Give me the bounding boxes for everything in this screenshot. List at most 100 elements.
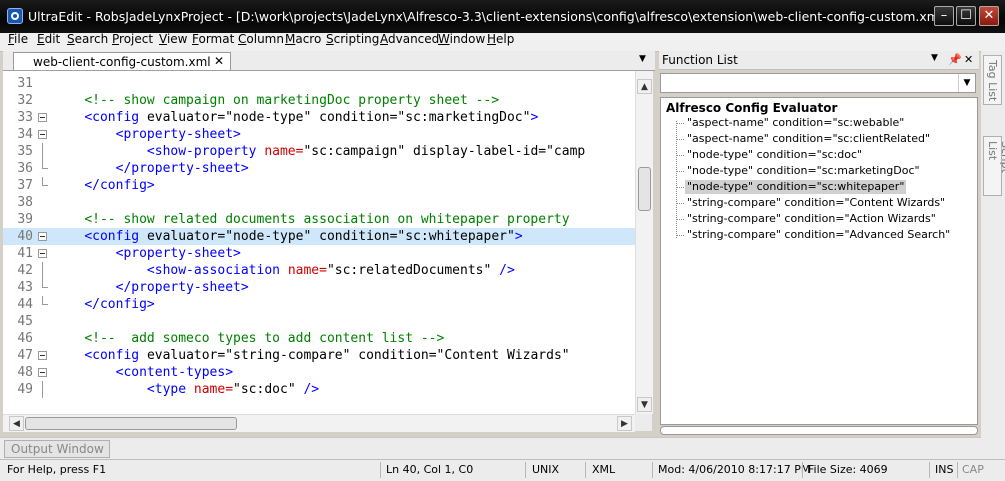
status-line-ending[interactable]: UNIX (532, 463, 559, 476)
panel-close-icon[interactable]: ✕ (964, 53, 973, 66)
function-list-item[interactable]: "aspect-name" condition="sc:clientRelate… (685, 132, 932, 146)
panel-menu-arrow-icon[interactable]: ▼ (931, 53, 938, 63)
script-list-tab[interactable]: Script List (983, 136, 1005, 196)
code-line[interactable]: 45 (3, 313, 635, 330)
close-button[interactable]: ✕ (979, 6, 999, 26)
line-number: 38 (17, 195, 33, 210)
code-line[interactable]: 34 <property-sheet> (3, 126, 635, 143)
code-line[interactable]: 32 <!-- show campaign on marketingDoc pr… (3, 92, 635, 109)
tag-list-tab[interactable]: Tag List (983, 55, 1002, 105)
menu-macro[interactable]: Macro (285, 33, 321, 45)
code-line[interactable]: 43 </property-sheet> (3, 279, 635, 296)
minimize-button[interactable]: – (934, 6, 954, 26)
function-filter-combobox[interactable]: ▼ (660, 73, 976, 93)
menu-format[interactable]: Format (192, 33, 234, 45)
code-token: evaluator= (146, 229, 226, 244)
fold-toggle-icon[interactable] (38, 130, 47, 139)
output-window-tab[interactable]: Output Window (4, 440, 110, 458)
code-line[interactable]: 42 <show-association name="sc:relatedDoc… (3, 262, 635, 279)
current-code-line[interactable]: 40 <config evaluator="node-type" conditi… (3, 228, 635, 245)
menu-file[interactable]: File (8, 33, 28, 45)
code-line[interactable]: 38 (3, 194, 635, 211)
code-line[interactable]: 37 </config> (3, 177, 635, 194)
fold-toggle-icon[interactable] (38, 249, 47, 258)
scroll-up-arrow-icon[interactable]: ▲ (637, 79, 652, 94)
menu-column[interactable]: Column (238, 33, 284, 45)
function-list-item[interactable]: "node-type" condition="sc:doc" (685, 148, 864, 162)
function-list-item[interactable]: "string-compare" condition="Content Wiza… (685, 196, 947, 210)
code-token: display-label-id= (405, 144, 547, 159)
code-text: <show-property name="sc:campaign" displa… (53, 143, 585, 160)
scroll-left-arrow-icon[interactable]: ◀ (9, 416, 24, 431)
status-insert-mode[interactable]: INS (935, 463, 953, 476)
code-token: <type (146, 382, 194, 397)
code-line[interactable]: 33 <config evaluator="node-type" conditi… (3, 109, 635, 126)
menu-project[interactable]: Project (112, 33, 153, 45)
code-line[interactable]: 41 <property-sheet> (3, 245, 635, 262)
line-number: 39 (17, 212, 33, 227)
code-line[interactable]: 46 <!-- add someco types to add content … (3, 330, 635, 347)
fold-end-guide (42, 279, 48, 288)
code-line[interactable]: 48 <content-types> (3, 364, 635, 381)
line-number: 44 (17, 297, 33, 312)
tab-close-icon[interactable]: ✕ (214, 54, 224, 68)
scroll-right-arrow-icon[interactable]: ▶ (617, 416, 632, 431)
function-list-tree[interactable]: Alfresco Config Evaluator "aspect-name" … (660, 97, 978, 425)
menu-scripting[interactable]: Scripting (326, 33, 379, 45)
function-list-item[interactable]: "string-compare" condition="Action Wizar… (685, 212, 938, 226)
fold-end-guide (42, 177, 48, 186)
editor-horizontal-scrollbar[interactable]: ◀ ▶ (3, 414, 635, 432)
tab-list-dropdown-icon[interactable]: ▼ (639, 54, 646, 64)
fold-toggle-icon[interactable] (38, 232, 47, 241)
code-token: /> (491, 263, 515, 278)
code-line[interactable]: 36 </property-sheet> (3, 160, 635, 177)
menu-view[interactable]: View (159, 33, 187, 45)
fold-toggle-icon[interactable] (38, 113, 47, 122)
function-list-item[interactable]: "string-compare" condition="Advanced Sea… (685, 228, 952, 242)
code-text: </config> (53, 177, 154, 194)
title-bar: UltraEdit - RobsJadeLynxProject - [D:\wo… (0, 0, 1005, 33)
menu-advanced[interactable]: Advanced (380, 33, 439, 45)
vertical-scroll-thumb[interactable] (638, 167, 651, 211)
panel-pin-icon[interactable]: 📌 (948, 53, 962, 66)
function-list-horizontal-scrollbar[interactable] (660, 426, 978, 435)
code-line[interactable]: 44 </config> (3, 296, 635, 313)
code-line[interactable]: 49 <type name="sc:doc" /> (3, 381, 635, 398)
status-help: For Help, press F1 (7, 463, 107, 476)
code-editor[interactable]: 31 32 <!-- show campaign on marketingDoc … (3, 71, 635, 414)
code-token: "sc:campaign" (303, 144, 406, 159)
fold-guide (42, 143, 43, 160)
status-cursor-position: Ln 40, Col 1, C0 (386, 463, 474, 476)
code-line[interactable]: 35 <show-property name="sc:campaign" dis… (3, 143, 635, 160)
maximize-button[interactable]: ☐ (956, 6, 976, 26)
code-line[interactable]: 47 <config evaluator="string-compare" co… (3, 347, 635, 364)
function-list-item[interactable]: "aspect-name" condition="sc:webable" (685, 116, 906, 130)
tree-root-label[interactable]: Alfresco Config Evaluator (666, 101, 837, 115)
scroll-down-arrow-icon[interactable]: ▼ (637, 397, 652, 412)
code-line[interactable]: 39 <!-- show related documents associati… (3, 211, 635, 228)
code-token: <config (84, 348, 147, 363)
code-text: <!-- add someco types to add content lis… (53, 330, 444, 347)
menu-search[interactable]: Search (67, 33, 108, 45)
tab-web-client-config-custom[interactable]: web-client-config-custom.xml ✕ (13, 52, 231, 70)
code-token: <property-sheet> (115, 127, 241, 142)
horizontal-scroll-thumb[interactable] (25, 417, 237, 430)
status-bar: For Help, press F1 Ln 40, Col 1, C0 UNIX… (0, 459, 1005, 481)
fold-toggle-icon[interactable] (38, 368, 47, 377)
ultraedit-app-icon[interactable] (7, 8, 23, 24)
function-list-item[interactable]: "node-type" condition="sc:marketingDoc" (685, 164, 922, 178)
menu-edit[interactable]: Edit (37, 33, 60, 45)
status-syntax[interactable]: XML (592, 463, 615, 476)
function-list-item-selected[interactable]: "node-type" condition="sc:whitepaper" (685, 180, 907, 194)
menu-help[interactable]: Help (487, 33, 514, 45)
fold-toggle-icon[interactable] (38, 351, 47, 360)
combobox-dropdown-icon[interactable]: ▼ (958, 74, 975, 92)
menu-window[interactable]: Window (438, 33, 485, 45)
editor-vertical-scrollbar[interactable]: ▲ ▼ (635, 71, 653, 414)
code-token: "sc:marketingDoc" (397, 110, 531, 125)
code-line[interactable]: 31 (3, 75, 635, 92)
function-list-title: Function List (662, 53, 738, 67)
